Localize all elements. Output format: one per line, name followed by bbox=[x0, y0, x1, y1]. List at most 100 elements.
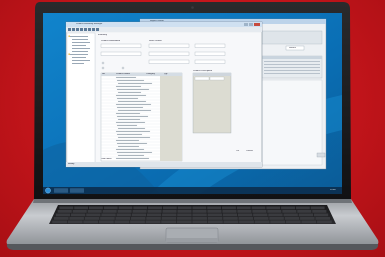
keyboard-key bbox=[284, 217, 300, 220]
keyboard-key bbox=[116, 213, 131, 217]
keyboard-key bbox=[88, 206, 103, 210]
app-title: Product Inventory Manager bbox=[76, 22, 103, 25]
grid-cell-text bbox=[116, 97, 139, 99]
keyboard-key bbox=[295, 206, 310, 210]
keyboard-key bbox=[317, 220, 332, 224]
keyboard-key bbox=[237, 210, 252, 213]
keyboard-key bbox=[86, 213, 101, 217]
keyboard-key bbox=[84, 217, 100, 220]
grid-cell-text bbox=[117, 154, 145, 156]
tab-inventory[interactable]: Inventory bbox=[98, 34, 128, 37]
keyboard-key bbox=[267, 210, 282, 213]
keyboard-key bbox=[222, 210, 237, 213]
keyboard-key bbox=[133, 206, 148, 210]
keyboard-key bbox=[298, 213, 314, 217]
inventory-app-window bbox=[65, 21, 263, 168]
keyboard-key bbox=[268, 213, 283, 217]
keyboard-key bbox=[130, 217, 146, 220]
keyboard-key bbox=[74, 206, 89, 210]
keyboard-key bbox=[310, 206, 325, 210]
keyboard-key bbox=[146, 217, 161, 220]
keyboard-key bbox=[192, 213, 207, 217]
keyboard-key bbox=[130, 220, 145, 224]
grid-cell-text bbox=[116, 151, 153, 153]
close-button bbox=[316, 152, 326, 158]
navigation-tree bbox=[66, 32, 96, 166]
laptop-photo bbox=[6, 2, 379, 250]
keyboard-key bbox=[207, 213, 222, 217]
panel-header-description: Product Description bbox=[193, 69, 213, 72]
grid-header-qty: Qty bbox=[164, 73, 168, 76]
keyboard-key bbox=[132, 210, 147, 213]
keyboard-key bbox=[223, 217, 238, 220]
keyboard-key bbox=[118, 206, 133, 210]
keyboard-key bbox=[285, 220, 301, 224]
grid-cell-text bbox=[115, 76, 137, 78]
grid-header-name: Product Name bbox=[116, 73, 130, 76]
grid-cell-text bbox=[117, 127, 146, 129]
keyboard-key bbox=[67, 220, 83, 224]
cancel-button[interactable]: Cancel bbox=[246, 150, 260, 153]
keyboard-key bbox=[177, 206, 192, 210]
keyboard-key bbox=[117, 210, 132, 213]
keyboard-key bbox=[103, 206, 118, 210]
keyboard-key bbox=[251, 206, 266, 210]
grid-cell-text bbox=[117, 109, 152, 111]
report-viewer-title: Report Viewer bbox=[150, 19, 164, 22]
keyboard-key bbox=[313, 213, 329, 217]
keyboard-key bbox=[102, 210, 117, 213]
grid-cell-text bbox=[116, 142, 148, 144]
maximize-icon bbox=[249, 23, 253, 26]
keyboard-key bbox=[207, 220, 223, 224]
keyboard-key bbox=[269, 217, 284, 220]
keyboard-key bbox=[252, 210, 267, 213]
keyboard-key bbox=[192, 210, 207, 213]
keyboard-key bbox=[297, 210, 312, 213]
keyboard-key bbox=[192, 220, 208, 224]
keyboard-key bbox=[192, 206, 207, 210]
keyboard-key bbox=[52, 220, 67, 224]
grid-cell-text bbox=[117, 82, 153, 84]
ok-button[interactable]: OK bbox=[236, 150, 246, 153]
keyboard-key bbox=[161, 217, 177, 220]
keyboard-key bbox=[282, 210, 297, 213]
close-icon bbox=[254, 23, 260, 26]
folder-icon bbox=[68, 35, 70, 37]
webcam bbox=[191, 6, 194, 9]
keyboard-key bbox=[253, 213, 268, 217]
grid-header-category: Category bbox=[146, 73, 155, 76]
grid-header-no: No bbox=[102, 73, 105, 76]
keyboard-key bbox=[100, 217, 115, 220]
keyboard-key bbox=[223, 220, 239, 224]
keyboard-key bbox=[147, 210, 162, 213]
keyboard-key bbox=[222, 213, 238, 217]
grid-cell-text bbox=[116, 88, 150, 90]
keyboard-key bbox=[148, 206, 163, 210]
keyboard-key bbox=[315, 217, 330, 220]
grid-cell-text bbox=[115, 130, 151, 132]
keyboard-key bbox=[301, 220, 317, 224]
keyboard-key bbox=[239, 220, 254, 224]
keyboard-key bbox=[59, 206, 74, 210]
keyboard-key bbox=[238, 217, 254, 220]
keyboard-key bbox=[192, 217, 207, 220]
keyboard-key bbox=[177, 213, 192, 217]
keyboard-key bbox=[161, 220, 177, 224]
grid-cell-text bbox=[117, 91, 142, 93]
keyboard-key bbox=[55, 213, 71, 217]
grid-cell-text bbox=[115, 94, 147, 96]
keyboard-key bbox=[72, 210, 87, 213]
keyboard-key bbox=[101, 213, 116, 217]
keyboard-key bbox=[83, 220, 99, 224]
keyboard-key bbox=[221, 206, 236, 210]
keyboard-key bbox=[236, 206, 251, 210]
grid-cell-text bbox=[116, 124, 138, 126]
keyboard-key bbox=[254, 220, 270, 224]
grid-cell-text bbox=[115, 121, 146, 123]
grid-cell-text bbox=[116, 133, 143, 135]
taskbar-clock: 12:00 bbox=[330, 188, 336, 191]
grid-cell-text bbox=[117, 136, 151, 138]
minimize-icon bbox=[244, 23, 248, 26]
grid-cell-text bbox=[115, 112, 141, 114]
search-label: Search bbox=[289, 46, 296, 49]
